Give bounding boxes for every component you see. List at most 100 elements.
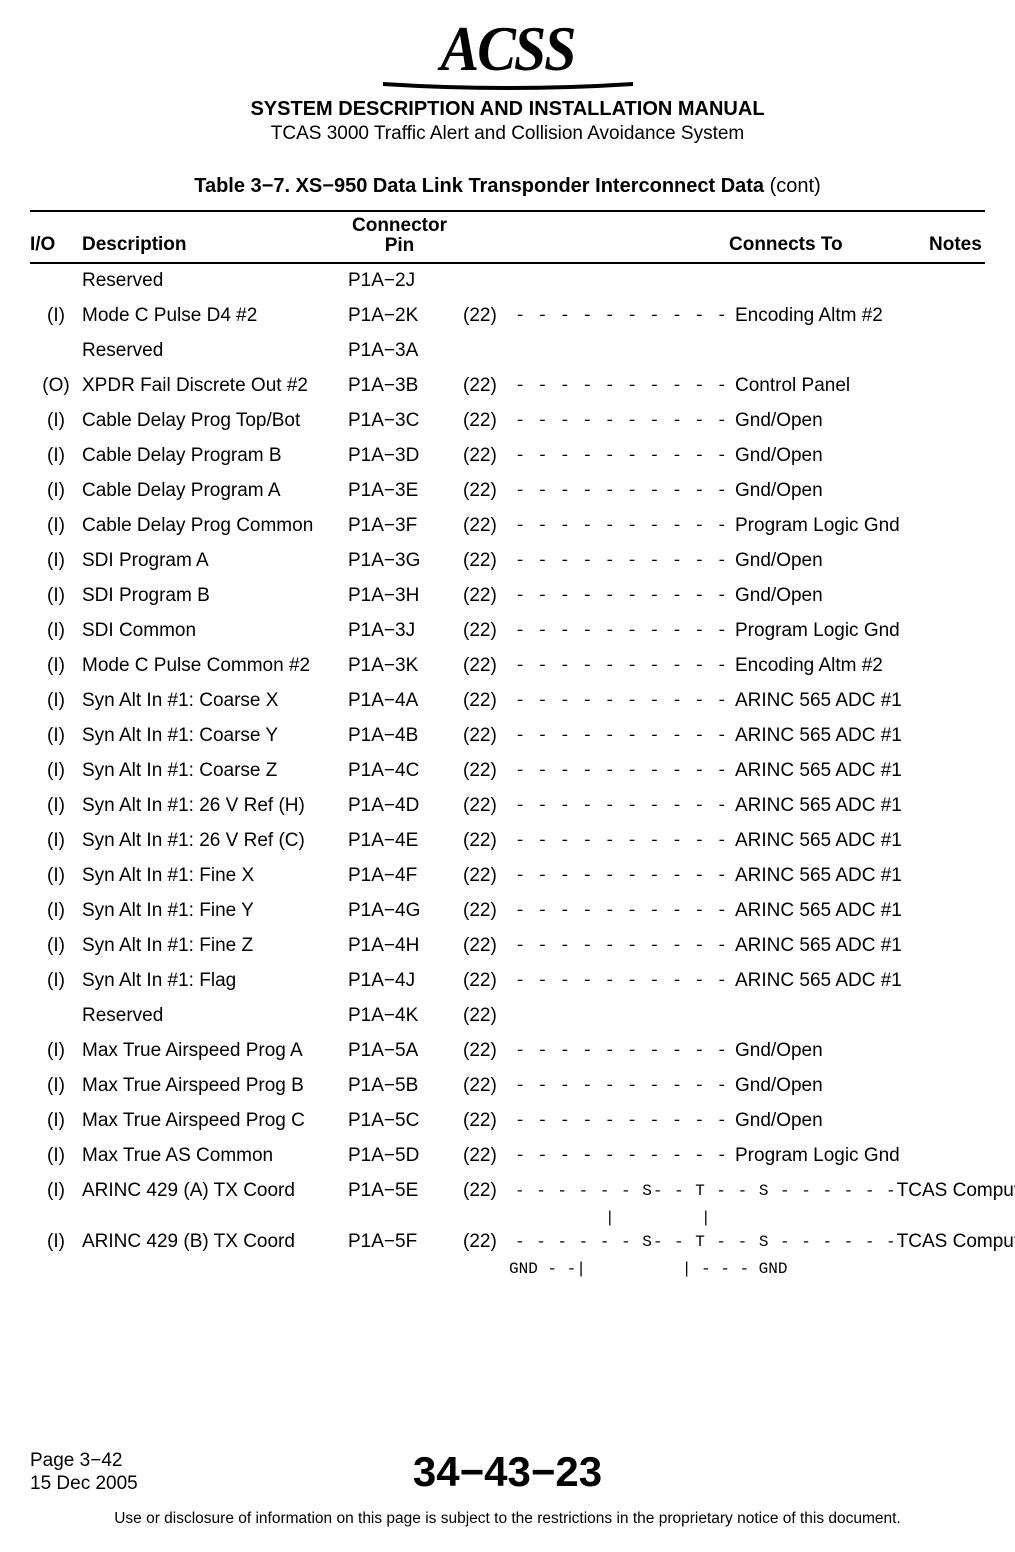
cell-io: (I) xyxy=(30,830,82,852)
cell-io: (I) xyxy=(30,1110,82,1132)
cell-connects-to: ARINC 565 ADC #1 xyxy=(735,830,935,852)
cell-pin: P1A−3G xyxy=(342,550,463,572)
cell-desc: ARINC 429 (B) TX Coord xyxy=(82,1231,342,1253)
cell-connects-to: Gnd/Open xyxy=(735,410,935,432)
th-desc: Description xyxy=(82,234,342,256)
cell-aux: (22) xyxy=(463,515,515,537)
footer-docno: 34−43−23 xyxy=(30,1448,985,1496)
cell-io: (I) xyxy=(30,305,82,327)
cell-io: (I) xyxy=(30,900,82,922)
table-body: ReservedP1A−2J(I)Mode C Pulse D4 #2P1A−2… xyxy=(30,264,985,1276)
cell-wiring: - - - - - - - - - - - - - - - - - - - - … xyxy=(515,657,735,676)
footer: Page 3−42 15 Dec 2005 34−43−23 Use or di… xyxy=(30,1450,985,1528)
cell-desc: Cable Delay Program B xyxy=(82,445,342,467)
cell-aux: (22) xyxy=(463,795,515,817)
cell-desc: Cable Delay Prog Top/Bot xyxy=(82,410,342,432)
cell-io: (I) xyxy=(30,935,82,957)
cell-connects-to: Program Logic Gnd xyxy=(735,1145,935,1167)
th-conn: Connects To xyxy=(729,234,929,256)
cell-connects-to: ARINC 565 ADC #1 xyxy=(735,935,935,957)
cell-connects-to: ARINC 565 ADC #1 xyxy=(735,725,935,747)
cell-pin: P1A−3C xyxy=(342,410,463,432)
cell-aux: (22) xyxy=(463,1075,515,1097)
cell-desc: Max True Airspeed Prog C xyxy=(82,1110,342,1132)
table-row: (I)Max True Airspeed Prog AP1A−5A(22)- -… xyxy=(30,1034,985,1069)
cell-desc: Max True Airspeed Prog B xyxy=(82,1075,342,1097)
cell-connects-to: Gnd/Open xyxy=(735,1075,935,1097)
table-row: (I)Cable Delay Prog Top/BotP1A−3C(22)- -… xyxy=(30,404,985,439)
cell-wiring: - - - - - - - - - - - - - - - - - - - - … xyxy=(515,307,735,326)
th-pin-bot: Pin xyxy=(385,236,415,256)
table-row: (I)Mode C Pulse Common #2P1A−3K(22)- - -… xyxy=(30,649,985,684)
table-row: ReservedP1A−4K(22) xyxy=(30,999,985,1034)
shield-subline: | | xyxy=(30,1209,985,1225)
table-row: (I)Syn Alt In #1: Fine XP1A−4F(22)- - - … xyxy=(30,859,985,894)
cell-pin: P1A−4B xyxy=(342,725,463,747)
table-row: (I)SDI Program BP1A−3H(22)- - - - - - - … xyxy=(30,579,985,614)
cell-desc: Syn Alt In #1: 26 V Ref (H) xyxy=(82,795,342,817)
table-caption-bold: Table 3−7. XS−950 Data Link Transponder … xyxy=(194,175,764,197)
cell-io: (I) xyxy=(30,515,82,537)
cell-aux: (22) xyxy=(463,690,515,712)
cell-desc: Syn Alt In #1: 26 V Ref (C) xyxy=(82,830,342,852)
shield-subline: GND - -| | - - - GND xyxy=(30,1260,985,1276)
table-row: (I)Mode C Pulse D4 #2P1A−2K(22)- - - - -… xyxy=(30,299,985,334)
cell-connects-to: Control Panel xyxy=(735,375,935,397)
cell-wiring: - - - - - - S- - T - - S - - - - - - xyxy=(515,1182,897,1200)
cell-io: (I) xyxy=(30,1075,82,1097)
cell-aux: (22) xyxy=(463,655,515,677)
cell-io: (I) xyxy=(30,970,82,992)
table-caption: Table 3−7. XS−950 Data Link Transponder … xyxy=(30,175,985,198)
cell-io: (I) xyxy=(30,725,82,747)
table-row: (I)Syn Alt In #1: Fine ZP1A−4H(22)- - - … xyxy=(30,929,985,964)
th-pin: Connector Pin xyxy=(342,216,457,256)
cell-aux: (22) xyxy=(463,725,515,747)
cell-wiring: - - - - - - - - - - - - - - - - - - - - … xyxy=(515,727,735,746)
table-row: (I)Syn Alt In #1: Coarse ZP1A−4C(22)- - … xyxy=(30,754,985,789)
cell-pin: P1A−5C xyxy=(342,1110,463,1132)
cell-desc: XPDR Fail Discrete Out #2 xyxy=(82,375,342,397)
cell-io: (I) xyxy=(30,655,82,677)
table-row: ReservedP1A−3A xyxy=(30,334,985,369)
cell-pin: P1A−3A xyxy=(342,340,463,362)
cell-wiring: - - - - - - - - - - - - - - - - - - - - … xyxy=(515,1112,735,1131)
cell-io: (I) xyxy=(30,550,82,572)
cell-connects-to: ARINC 565 ADC #1 xyxy=(735,970,935,992)
cell-connects-to: Gnd/Open xyxy=(735,445,935,467)
table-row: (I)Cable Delay Program BP1A−3D(22)- - - … xyxy=(30,439,985,474)
cell-wiring: - - - - - - - - - - - - - - - - - - - - … xyxy=(515,797,735,816)
cell-wiring: - - - - - - - - - - - - - - - - - - - - … xyxy=(515,902,735,921)
cell-io: (I) xyxy=(30,620,82,642)
table-row: (I)SDI Program AP1A−3G(22)- - - - - - - … xyxy=(30,544,985,579)
cell-pin: P1A−4H xyxy=(342,935,463,957)
cell-wiring: - - - - - - - - - - - - - - - - - - - - … xyxy=(515,447,735,466)
table-row: (I)Max True Airspeed Prog BP1A−5B(22)- -… xyxy=(30,1069,985,1104)
table-row: (I)Syn Alt In #1: Coarse YP1A−4B(22)- - … xyxy=(30,719,985,754)
cell-pin: P1A−5B xyxy=(342,1075,463,1097)
cell-aux: (22) xyxy=(463,760,515,782)
table-row: (I)Cable Delay Program AP1A−3E(22)- - - … xyxy=(30,474,985,509)
th-pin-top: Connector xyxy=(352,216,447,236)
cell-aux: (22) xyxy=(463,480,515,502)
cell-connects-to: Encoding Altm #2 xyxy=(735,655,935,677)
cell-wiring: - - - - - - S- - T - - S - - - - - - xyxy=(515,1233,897,1251)
cell-connects-to: ARINC 565 ADC #1 xyxy=(735,795,935,817)
cell-io: (I) xyxy=(30,1040,82,1062)
cell-desc: Syn Alt In #1: Fine X xyxy=(82,865,342,887)
cell-wiring: - - - - - - - - - - - - - - - - - - - - … xyxy=(515,1042,735,1061)
cell-aux: (22) xyxy=(463,1145,515,1167)
cell-io: (I) xyxy=(30,480,82,502)
cell-pin: P1A−5D xyxy=(342,1145,463,1167)
cell-io: (O) xyxy=(30,375,82,397)
cell-pin: P1A−4K xyxy=(342,1005,463,1027)
cell-wiring: - - - - - - - - - - - - - - - - - - - - … xyxy=(515,482,735,501)
cell-io: (I) xyxy=(30,585,82,607)
footer-disclaimer: Use or disclosure of information on this… xyxy=(30,1510,985,1528)
cell-connects-to: ARINC 565 ADC #1 xyxy=(735,690,935,712)
cell-io: (I) xyxy=(30,1180,82,1202)
cell-connects-to: Gnd/Open xyxy=(735,1040,935,1062)
cell-aux: (22) xyxy=(463,935,515,957)
cell-connects-to: Program Logic Gnd xyxy=(735,515,935,537)
cell-pin: P1A−3E xyxy=(342,480,463,502)
cell-pin: P1A−2K xyxy=(342,305,463,327)
